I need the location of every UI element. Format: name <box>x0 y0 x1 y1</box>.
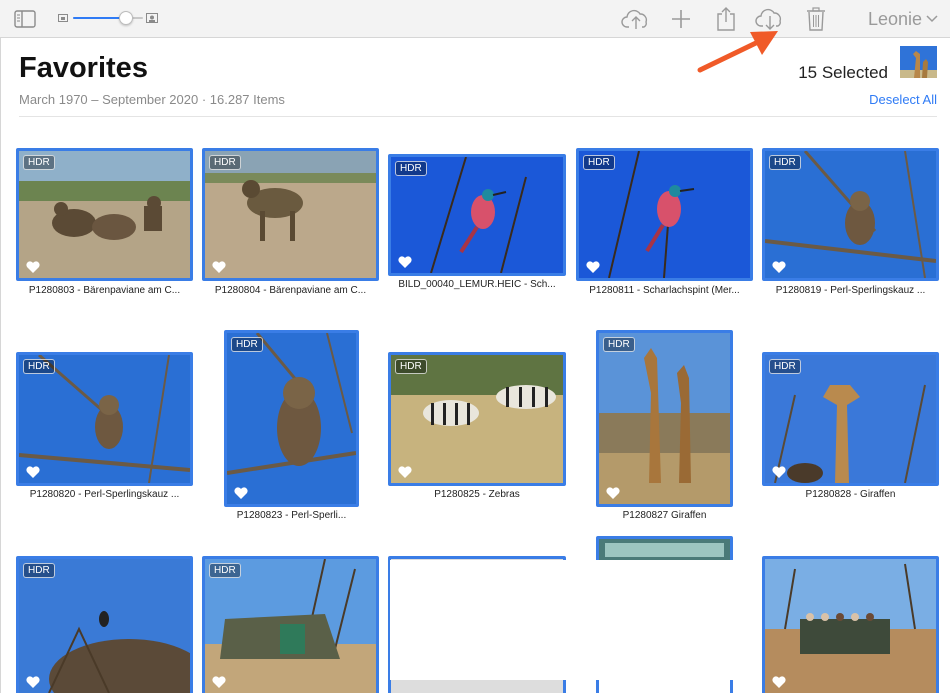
photo-caption: P1280811 - Scharlachspint (Mer... <box>589 285 740 296</box>
photo-caption: P1280828 - Giraffen <box>805 489 896 500</box>
chevron-down-icon <box>926 15 938 23</box>
hdr-badge: HDR <box>23 359 55 374</box>
small-photo-icon <box>58 14 68 22</box>
zoom-fill <box>73 17 126 19</box>
loading-area <box>390 560 750 680</box>
photo-caption: BILD_00040_LEMUR.HEIC - Sch... <box>398 279 556 290</box>
photo-tile[interactable]: HDR <box>16 148 193 281</box>
heart-icon[interactable] <box>233 486 249 500</box>
heart-icon[interactable] <box>771 675 787 689</box>
heart-icon[interactable] <box>771 465 787 479</box>
photo-tile[interactable]: HDR <box>16 556 193 693</box>
hdr-badge: HDR <box>23 563 55 578</box>
photo-tile[interactable]: HDR <box>16 352 193 486</box>
page-title: Favorites <box>19 52 148 84</box>
photo-caption: P1280823 - Perl-Sperli... <box>236 510 347 521</box>
heart-icon[interactable] <box>211 675 227 689</box>
photo-caption: P1280803 - Bärenpaviane am C... <box>28 285 181 296</box>
user-menu[interactable]: Leonie <box>868 0 938 38</box>
photo-group <box>765 559 936 693</box>
heart-icon[interactable] <box>397 465 413 479</box>
zoom-slider[interactable] <box>58 9 160 27</box>
photo-camp-tent <box>205 559 376 693</box>
photo-tile[interactable]: HDR <box>576 148 753 281</box>
photo-tile[interactable]: HDR <box>202 148 379 281</box>
photo-baboons <box>19 151 190 278</box>
hdr-badge: HDR <box>209 563 241 578</box>
photo-bird-tree <box>19 559 190 693</box>
photo-caption: P1280819 - Perl-Sperlingskauz ... <box>775 285 926 296</box>
heart-icon[interactable] <box>605 486 621 500</box>
large-photo-icon <box>146 13 158 23</box>
photo-caption: P1280804 - Bärenpaviane am C... <box>214 285 367 296</box>
hdr-badge: HDR <box>603 337 635 352</box>
hdr-badge: HDR <box>769 155 801 170</box>
heart-icon[interactable] <box>211 260 227 274</box>
photo-giraffe-head <box>765 355 936 483</box>
photo-caption: P1280820 - Perl-Sperlingskauz ... <box>29 489 180 500</box>
hdr-badge: HDR <box>395 161 427 176</box>
photo-bee-eater-2 <box>579 151 750 278</box>
photo-owlet-portrait <box>227 333 356 504</box>
left-border <box>0 38 1 693</box>
hdr-badge: HDR <box>769 359 801 374</box>
date-range-subtitle: March 1970 – September 2020 · 16.287 Ite… <box>19 92 285 107</box>
add-icon[interactable] <box>668 0 694 38</box>
deselect-all-button[interactable]: Deselect All <box>869 92 937 107</box>
photo-tile[interactable]: HDR <box>388 154 566 276</box>
photo-giraffes <box>599 333 730 504</box>
heart-icon[interactable] <box>585 260 601 274</box>
photo-baboon-walking <box>205 151 376 278</box>
photo-tile[interactable] <box>762 556 939 693</box>
header-divider <box>19 116 937 117</box>
photo-tile[interactable]: HDR <box>762 148 939 281</box>
hdr-badge: HDR <box>23 155 55 170</box>
hdr-badge: HDR <box>395 359 427 374</box>
photo-zebras <box>391 355 563 483</box>
photo-tile[interactable]: HDR <box>224 330 359 507</box>
hdr-badge: HDR <box>231 337 263 352</box>
photo-caption: P1280825 - Zebras <box>434 489 520 500</box>
photo-owlet <box>765 151 936 278</box>
user-name: Leonie <box>867 8 922 29</box>
heart-icon[interactable] <box>397 255 413 269</box>
selection-thumbnail <box>900 46 937 78</box>
selection-count: 15 Selected <box>798 63 888 82</box>
heart-icon[interactable] <box>25 675 41 689</box>
toolbar: Leonie <box>0 0 950 38</box>
photo-caption: P1280827 Giraffen <box>622 510 707 521</box>
heart-icon[interactable] <box>771 260 787 274</box>
trash-icon[interactable] <box>804 0 828 38</box>
photo-tile[interactable]: HDR <box>596 330 733 507</box>
photo-tile[interactable]: HDR <box>202 556 379 693</box>
hdr-badge: HDR <box>583 155 615 170</box>
photo-owlet-2 <box>19 355 190 483</box>
heart-icon[interactable] <box>25 465 41 479</box>
photo-tile[interactable]: HDR <box>388 352 566 486</box>
heart-icon[interactable] <box>25 260 41 274</box>
sidebar-toggle-icon[interactable] <box>12 0 38 38</box>
photo-tile[interactable]: HDR <box>762 352 939 486</box>
annotation-arrow-icon <box>697 31 778 73</box>
hdr-badge: HDR <box>209 155 241 170</box>
upload-icon[interactable] <box>620 0 652 38</box>
zoom-knob[interactable] <box>118 11 133 25</box>
